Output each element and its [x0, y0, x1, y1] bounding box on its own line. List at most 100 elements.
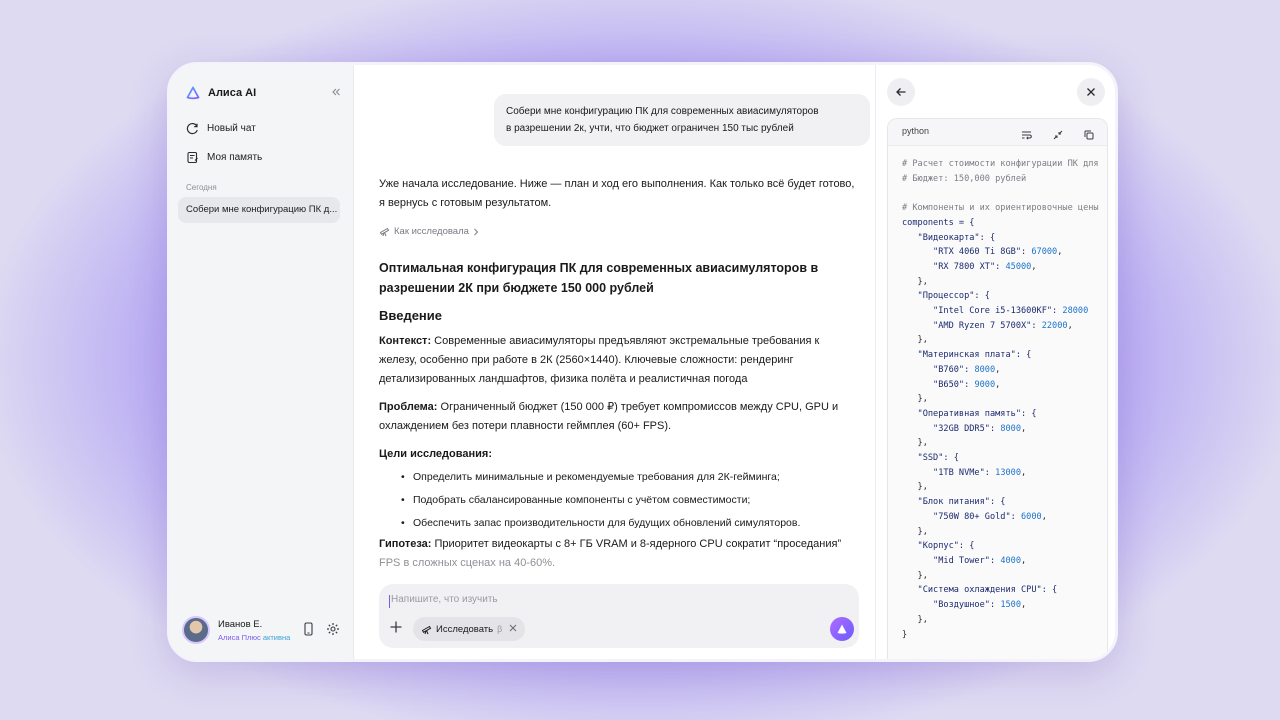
code-line: components = {	[902, 216, 1099, 231]
history-item[interactable]: Собери мне конфигурацию ПК д...	[178, 197, 340, 223]
settings-button[interactable]	[326, 622, 340, 641]
code-token: ,	[1031, 261, 1037, 272]
chevrons-left-icon	[332, 88, 340, 96]
code-line: "1TB NVMe": 13000,	[902, 466, 1099, 481]
list-item: Обеспечить запас производительности для …	[379, 512, 859, 535]
copy-icon	[1084, 130, 1094, 140]
code-line: "750W 80+ Gold": 6000,	[902, 510, 1099, 525]
app-title: Алиса AI	[208, 87, 257, 99]
context-label: Контекст:	[379, 335, 432, 347]
code-line: },	[902, 525, 1099, 540]
code-panel: python # Расчет стоимости конфигурации П…	[875, 65, 1115, 659]
code-token: 6000	[1021, 511, 1042, 522]
profile-name: Иванов Е.	[218, 618, 263, 630]
chip-label: Исследовать	[436, 623, 494, 635]
collapse-sidebar-button[interactable]	[331, 85, 341, 100]
code-token: "Видеокарта": {	[902, 232, 996, 243]
code-token: "Система охлаждения CPU": {	[902, 585, 1058, 596]
beta-badge: β	[497, 624, 503, 634]
answer-title-line: разрешении 2К при бюджете 150 000 рублей	[379, 281, 654, 295]
code-line: },	[902, 613, 1099, 628]
collapse-icon	[1053, 130, 1063, 140]
attach-button[interactable]	[389, 618, 403, 638]
code-token: "Блок питания": {	[902, 497, 1006, 508]
code-token: }	[902, 629, 908, 640]
close-panel-button[interactable]	[1077, 78, 1105, 106]
hypothesis-label: Гипотеза:	[379, 538, 432, 550]
code-line: "Видеокарта": {	[902, 231, 1099, 246]
plus-icon	[390, 621, 402, 633]
memory-button[interactable]: Моя память	[186, 151, 262, 164]
code-token: ,	[1021, 467, 1027, 478]
context-text: Современные авиасимуляторы предъявляют э…	[431, 335, 820, 347]
brand[interactable]: Алиса AI	[186, 86, 256, 100]
new-chat-button[interactable]: Новый чат	[186, 122, 256, 135]
code-line: "Оперативная память": {	[902, 407, 1099, 422]
code-line: "Процессор": {	[902, 289, 1099, 304]
code-line: },	[902, 392, 1099, 407]
code-token: },	[902, 335, 928, 346]
code-token: "B760":	[902, 364, 975, 375]
close-icon	[509, 624, 517, 632]
context-paragraph: Контекст: Современные авиасимуляторы пре…	[379, 332, 859, 389]
code-token: ,	[995, 379, 1001, 390]
send-button[interactable]	[830, 617, 854, 641]
code-token: },	[902, 570, 928, 581]
collapse-code-button[interactable]	[1053, 127, 1063, 145]
sidebar: Алиса AI Новый чат Моя память Сегодня Со…	[170, 65, 354, 659]
code-line: "Система охлаждения CPU": {	[902, 583, 1099, 598]
code-language: python	[902, 126, 930, 136]
subscription-status: Алиса Плюс активна	[218, 633, 290, 642]
user-message-line: Собери мне конфигурацию ПК для современн…	[506, 106, 819, 117]
assistant-intro-line: я вернусь с готовым результатом.	[379, 196, 552, 209]
code-comment: # Бюджет: 150,000 рублей	[902, 172, 1099, 187]
context-text: железу, особенно при работе в 2К (2560×1…	[379, 354, 794, 366]
remove-chip-button[interactable]	[509, 623, 517, 635]
user-message: Собери мне конфигурацию ПК для современн…	[494, 94, 870, 146]
code-line: },	[902, 436, 1099, 451]
code-line: "B760": 8000,	[902, 363, 1099, 378]
code-line: "32GB DDR5": 8000,	[902, 422, 1099, 437]
alice-send-icon	[837, 624, 847, 634]
code-token: ,	[1021, 600, 1027, 611]
code-line: "Воздушное": 1500,	[902, 598, 1099, 613]
copy-button[interactable]	[1084, 127, 1094, 145]
composer: Напишите, что изучить Исследовать β	[379, 584, 859, 648]
telescope-icon	[421, 625, 432, 634]
gear-icon	[327, 623, 339, 635]
code-line: },	[902, 480, 1099, 495]
code-token: 13000	[995, 467, 1022, 478]
code-token: 8000	[974, 364, 996, 375]
code-line: }	[902, 628, 1099, 643]
memory-label: Моя память	[207, 152, 263, 163]
goals-heading: Цели исследования:	[379, 448, 492, 460]
problem-text: Ограниченный бюджет (150 000 ₽) требует …	[437, 401, 839, 413]
subscription-name: Алиса Плюс	[218, 632, 261, 642]
code-line: "SSD": {	[902, 451, 1099, 466]
hypothesis-text: FPS в сложных сценах на 40-60%.	[379, 557, 556, 569]
wrap-lines-icon	[1022, 131, 1032, 140]
code-line: "RTX 4060 Ti 8GB": 67000,	[902, 245, 1099, 260]
code-token: "Корпус": {	[902, 541, 975, 552]
problem-text: охлаждением без потери плавности геймпле…	[379, 420, 672, 432]
code-token: ,	[1021, 555, 1027, 566]
alice-logo-icon	[186, 86, 200, 100]
code-token: 28000	[1062, 306, 1089, 317]
research-mode-chip[interactable]: Исследовать β	[413, 617, 526, 641]
code-token: 1500	[1000, 600, 1022, 611]
how-researched-link[interactable]: Как исследовала	[379, 226, 479, 237]
device-button[interactable]	[303, 622, 314, 641]
user-message-line: в разрешении 2к, учти, что бюджет ограни…	[506, 123, 794, 134]
back-button[interactable]	[887, 78, 915, 106]
code-line: "AMD Ryzen 7 5700X": 22000,	[902, 319, 1099, 334]
code-token: "RTX 4060 Ti 8GB":	[902, 247, 1032, 258]
wrap-button[interactable]	[1021, 127, 1032, 145]
message-input[interactable]: Напишите, что изучить	[391, 594, 498, 605]
code-line: },	[902, 569, 1099, 584]
profile[interactable]: Иванов Е. Алиса Плюс активна	[182, 616, 290, 644]
code-line: "Корпус": {	[902, 539, 1099, 554]
code-token: },	[902, 526, 928, 537]
code-token: 9000	[974, 379, 996, 390]
code-token: "750W 80+ Gold":	[902, 511, 1021, 522]
